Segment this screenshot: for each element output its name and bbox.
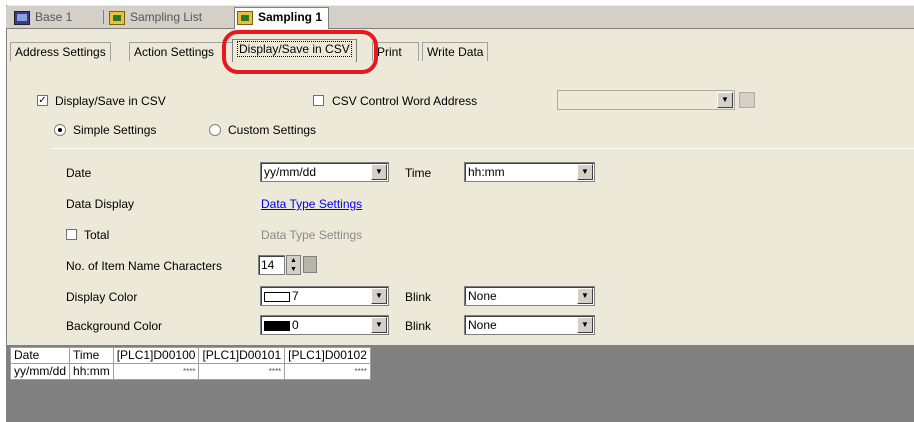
table-header-cell: Time: [69, 347, 114, 364]
chevron-down-icon[interactable]: ▼: [371, 164, 387, 180]
display-save-csv-label: Display/Save in CSV: [55, 94, 166, 108]
time-format-value: hh:mm: [468, 165, 505, 179]
date-format-value: yy/mm/dd: [264, 165, 317, 179]
spinner-icon[interactable]: ▲ ▼: [286, 255, 301, 275]
keypad-icon[interactable]: [303, 256, 317, 273]
doc-tab-sampling-1[interactable]: Sampling 1: [234, 7, 330, 29]
csv-control-word-checkbox[interactable]: [313, 95, 324, 106]
tab-write-data[interactable]: Write Data: [422, 42, 489, 61]
simple-settings-label: Simple Settings: [73, 123, 157, 137]
chevron-down-icon[interactable]: ▼: [577, 317, 593, 333]
item-name-characters-input[interactable]: 14: [258, 255, 285, 275]
tab-label: Address Settings: [15, 45, 106, 59]
tab-label: Print: [377, 45, 402, 59]
csv-control-word-address-field: ▼: [557, 90, 735, 110]
table-cell: yy/mm/dd: [9, 363, 71, 380]
tab-address-settings[interactable]: Address Settings: [10, 42, 111, 61]
doc-tab-base-1[interactable]: Base 1: [14, 8, 72, 26]
tab-print[interactable]: Print: [372, 42, 419, 61]
display-color-select[interactable]: 7 ▼: [260, 286, 389, 306]
simple-settings-radio[interactable]: [54, 124, 66, 136]
display-blink-label: Blink: [405, 290, 432, 304]
background-color-select[interactable]: 0 ▼: [260, 315, 389, 335]
color-swatch: [264, 291, 290, 302]
background-blink-label: Blink: [405, 319, 432, 333]
data-display-label: Data Display: [66, 197, 135, 211]
table-cell: hh:mm: [69, 363, 114, 380]
sampling-icon: [237, 10, 253, 25]
keypad-icon: [739, 92, 755, 108]
table-header-cell: [PLC1]D00100: [112, 347, 200, 364]
display-save-csv-checkbox[interactable]: ✓: [37, 95, 48, 106]
tab-separator: [103, 10, 104, 24]
tab-label: Write Data: [427, 45, 484, 59]
doc-tab-label: Sampling 1: [258, 10, 323, 24]
total-checkbox[interactable]: [66, 229, 77, 240]
preview-table: Date Time [PLC1]D00100 [PLC1]D00101 [PLC…: [9, 347, 371, 380]
table-header-row: Date Time [PLC1]D00100 [PLC1]D00101 [PLC…: [9, 347, 371, 364]
display-color-label: Display Color: [66, 290, 138, 304]
tab-label: Action Settings: [134, 45, 215, 59]
date-label: Date: [66, 166, 92, 180]
display-blink-select[interactable]: None ▼: [464, 286, 595, 306]
item-name-characters-label: No. of Item Name Characters: [66, 259, 223, 273]
display-color-value: 7: [292, 289, 299, 303]
table-row: yy/mm/dd hh:mm **** **** ****: [9, 363, 371, 380]
background-color-label: Background Color: [66, 319, 163, 333]
csv-control-word-label: CSV Control Word Address: [332, 94, 478, 108]
data-type-settings-link[interactable]: Data Type Settings: [261, 196, 362, 212]
date-format-select[interactable]: yy/mm/dd ▼: [260, 162, 389, 182]
time-format-select[interactable]: hh:mm ▼: [464, 162, 595, 182]
total-label: Total: [84, 228, 110, 242]
chevron-down-icon[interactable]: ▼: [577, 288, 593, 304]
custom-settings-radio[interactable]: [209, 124, 221, 136]
highlight-annotation: [222, 30, 378, 74]
table-cell: ****: [284, 363, 371, 380]
table-header-cell: [PLC1]D00102: [284, 347, 371, 364]
chevron-down-icon: ▼: [717, 92, 733, 108]
custom-settings-label: Custom Settings: [228, 123, 317, 137]
table-cell: ****: [198, 363, 286, 380]
background-blink-value: None: [468, 318, 497, 332]
tab-action-settings[interactable]: Action Settings: [129, 42, 233, 61]
table-cell: ****: [112, 363, 200, 380]
document-tab-bar: Base 1 Sampling List Sampling 1: [6, 6, 914, 29]
sampling-list-icon: [109, 10, 125, 25]
chevron-down-icon[interactable]: ▼: [371, 317, 387, 333]
doc-tab-sampling-list[interactable]: Sampling List: [109, 8, 202, 26]
item-name-characters-value: 14: [261, 258, 275, 272]
background-blink-select[interactable]: None ▼: [464, 315, 595, 335]
doc-tab-label: Sampling List: [130, 10, 203, 24]
doc-tab-label: Base 1: [35, 10, 73, 24]
table-header-cell: Date: [9, 347, 71, 364]
color-swatch: [264, 320, 290, 331]
background-color-value: 0: [292, 318, 299, 332]
display-blink-value: None: [468, 289, 497, 303]
total-data-type-settings-link: Data Type Settings: [261, 228, 363, 242]
screen-icon: [14, 10, 30, 25]
time-label: Time: [405, 166, 432, 180]
chevron-down-icon[interactable]: ▼: [371, 288, 387, 304]
table-header-cell: [PLC1]D00101: [198, 347, 286, 364]
chevron-down-icon[interactable]: ▼: [577, 164, 593, 180]
